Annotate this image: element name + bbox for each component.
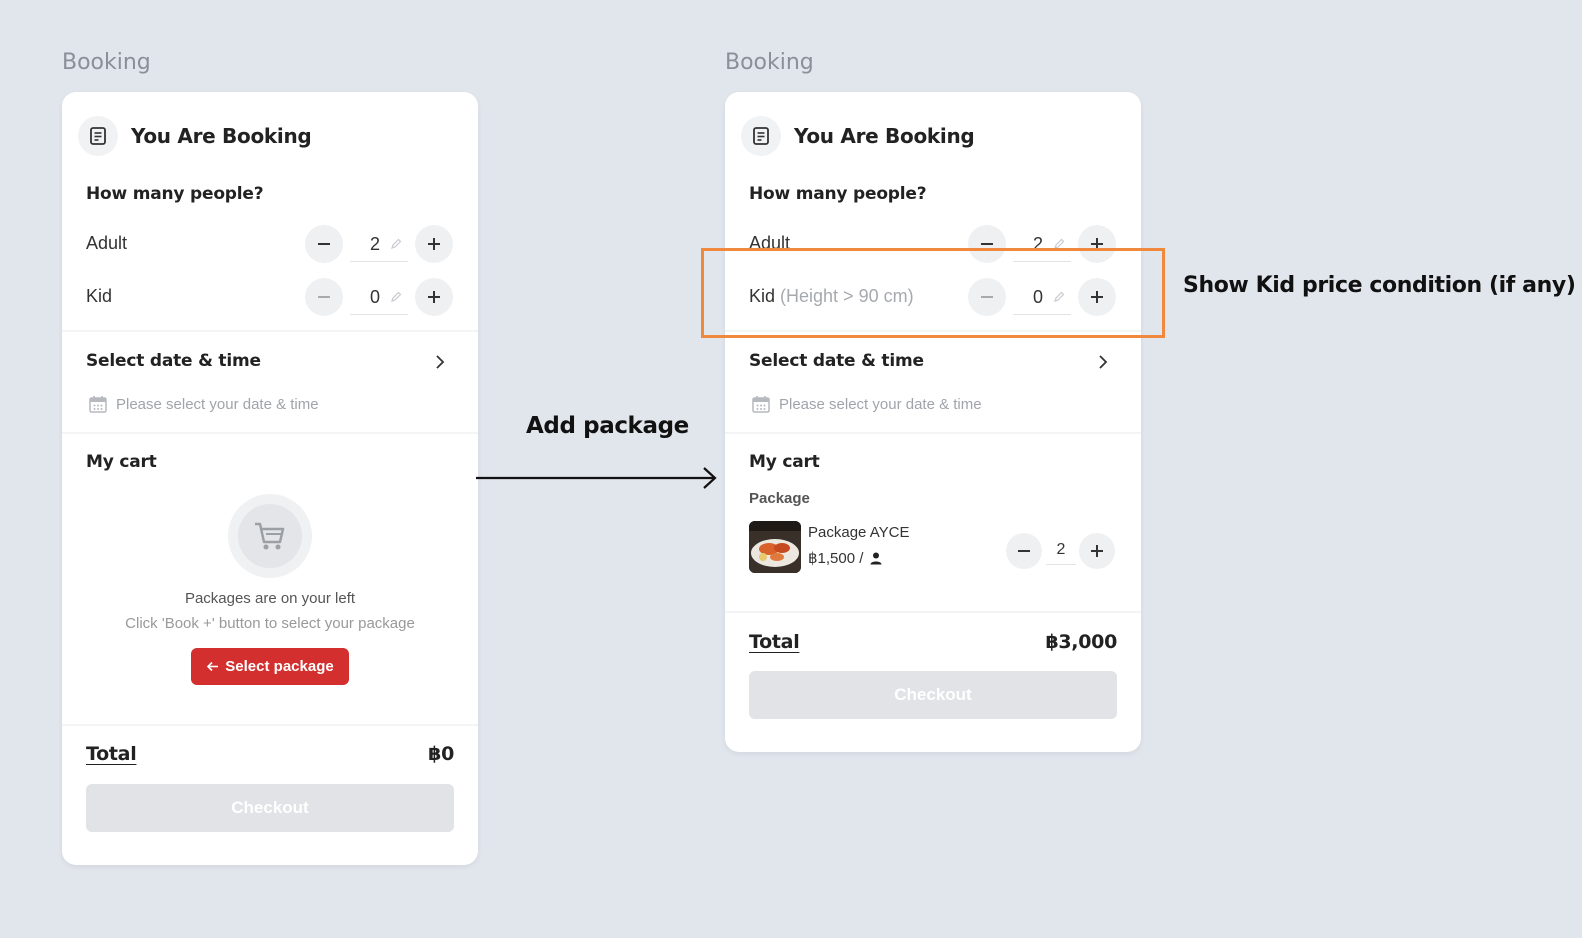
- cart-title: My cart: [86, 452, 157, 472]
- plus-icon: [1091, 545, 1103, 557]
- cart-title: My cart: [749, 452, 820, 472]
- checkout-label: Checkout: [894, 685, 972, 704]
- document-icon: [78, 116, 118, 156]
- package-price: ฿1,500 /: [808, 549, 883, 567]
- total-value: ฿0: [428, 743, 454, 765]
- date-placeholder-text: Please select your date & time: [779, 395, 982, 413]
- divider: [62, 330, 478, 332]
- pencil-icon: [391, 238, 402, 249]
- package-price-text: ฿1,500 /: [808, 550, 864, 567]
- arrow-right-icon: [476, 467, 717, 489]
- package-name: Package AYCE: [808, 524, 910, 541]
- people-title: How many people?: [749, 184, 927, 204]
- arrow-left-icon: [207, 661, 219, 672]
- kid-count-input[interactable]: 0: [350, 279, 408, 315]
- date-placeholder-text: Please select your date & time: [116, 395, 319, 413]
- kid-label: Kid: [86, 286, 112, 307]
- divider: [725, 432, 1141, 434]
- user-icon: [870, 552, 882, 565]
- calendar-icon: [752, 396, 770, 413]
- date-time-title[interactable]: Select date & time: [86, 351, 261, 371]
- total-label: Total: [749, 631, 800, 653]
- booking-title: You Are Booking: [794, 124, 975, 148]
- total-value: ฿3,000: [1045, 631, 1117, 653]
- kid-decrement-button[interactable]: [305, 278, 343, 316]
- minus-icon: [318, 243, 330, 245]
- package-decrement-button[interactable]: [1006, 533, 1042, 569]
- date-time-placeholder[interactable]: Please select your date & time: [751, 394, 982, 414]
- package-section-label: Package: [749, 490, 810, 507]
- select-package-label: Select package: [225, 658, 334, 675]
- adult-increment-button[interactable]: [415, 225, 453, 263]
- checkout-button[interactable]: Checkout: [749, 671, 1117, 719]
- document-icon: [741, 116, 781, 156]
- package-qty-value: 2: [1056, 541, 1066, 558]
- frame-label-right: Booking: [725, 50, 814, 75]
- people-title: How many people?: [86, 184, 264, 204]
- checkout-button[interactable]: Checkout: [86, 784, 454, 832]
- chevron-right-icon[interactable]: [1095, 354, 1111, 370]
- adult-decrement-button[interactable]: [305, 225, 343, 263]
- booking-title: You Are Booking: [131, 124, 312, 148]
- kid-increment-button[interactable]: [415, 278, 453, 316]
- package-increment-button[interactable]: [1079, 533, 1115, 569]
- kid-label-text: Kid: [86, 286, 113, 306]
- annotation-note: Show Kid price condition (if any): [1183, 273, 1576, 298]
- select-package-button[interactable]: Select package: [191, 648, 349, 685]
- divider: [725, 611, 1141, 613]
- cart-icon: [255, 522, 285, 550]
- empty-cart-hint: Click 'Book +' button to select your pac…: [125, 615, 415, 632]
- empty-cart-illustration: [228, 494, 312, 578]
- empty-cart-message: Packages are on your left: [184, 590, 356, 607]
- divider: [62, 432, 478, 434]
- divider: [62, 724, 478, 726]
- plus-icon: [428, 238, 440, 250]
- minus-icon: [1018, 550, 1030, 552]
- booking-card-empty: You Are Booking How many people? Adult 2…: [62, 92, 478, 865]
- minus-icon: [318, 296, 330, 298]
- frame-label-left: Booking: [62, 50, 151, 75]
- pencil-icon: [391, 291, 402, 302]
- package-qty[interactable]: 2: [1046, 535, 1076, 565]
- arrow-label: Add package: [526, 413, 689, 439]
- date-time-placeholder[interactable]: Please select your date & time: [88, 394, 319, 414]
- kid-count-value: 0: [369, 287, 380, 307]
- booking-header: You Are Booking: [741, 116, 975, 156]
- total-label: Total: [86, 743, 137, 765]
- adult-count-value: 2: [369, 234, 380, 254]
- adult-count-input[interactable]: 2: [350, 226, 408, 262]
- adult-label: Adult: [86, 233, 128, 253]
- plus-icon: [428, 291, 440, 303]
- booking-card-filled: You Are Booking How many people? Adult 2…: [725, 92, 1141, 752]
- date-time-title[interactable]: Select date & time: [749, 351, 924, 371]
- chevron-right-icon[interactable]: [432, 354, 448, 370]
- booking-header: You Are Booking: [78, 116, 312, 156]
- package-thumbnail: [749, 521, 801, 573]
- kid-condition-highlight: [701, 248, 1165, 338]
- calendar-icon: [89, 396, 107, 413]
- checkout-label: Checkout: [231, 798, 309, 817]
